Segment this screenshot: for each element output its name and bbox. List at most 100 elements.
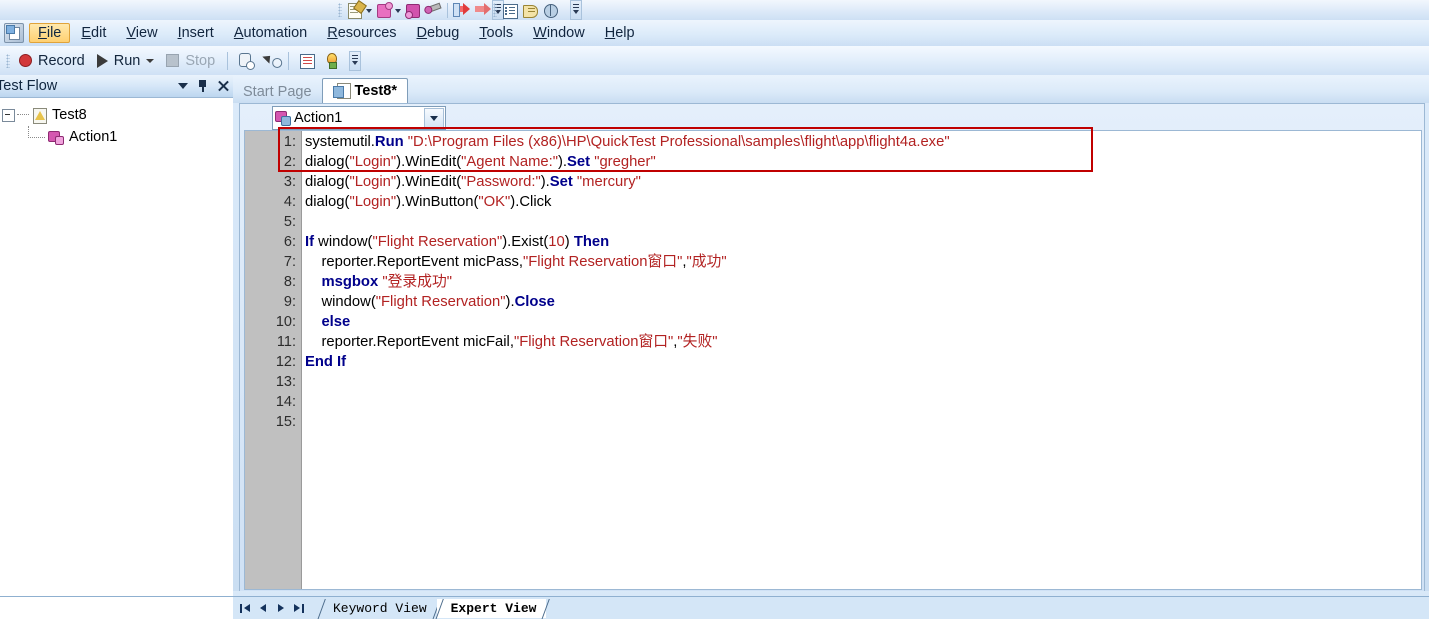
line-number: 13:	[275, 374, 296, 390]
panel-menu-caret[interactable]	[178, 83, 188, 89]
object-repository-dropdown-caret[interactable]	[394, 2, 403, 19]
document-area: Start Page Test8* Action1 1: 2: 3: 4: 5:	[233, 75, 1429, 619]
menu-bar: File Edit View Insert Automation Resourc…	[0, 20, 1429, 46]
pointer-select-icon[interactable]	[260, 51, 280, 71]
line-number: 3:	[283, 174, 296, 190]
toolbar-grip-2[interactable]	[493, 3, 497, 17]
results-grid-icon[interactable]	[297, 51, 317, 71]
run-dropdown-caret[interactable]	[146, 58, 155, 63]
object-repository-icon[interactable]	[375, 1, 393, 19]
code-line[interactable]: systemutil.Run "D:\Program Files (x86)\H…	[302, 132, 1421, 152]
toolbar-grip[interactable]	[338, 3, 342, 17]
code-line[interactable]	[302, 212, 1421, 232]
line-number: 5:	[283, 214, 296, 230]
tree-connector	[17, 114, 29, 116]
quicktest-window: File Edit View Insert Automation Resourc…	[0, 0, 1429, 619]
stop-icon	[166, 54, 180, 67]
object-spy-hand-icon[interactable]	[236, 51, 256, 71]
last-record-button[interactable]	[291, 601, 307, 617]
code-line[interactable]	[302, 392, 1421, 412]
code-line[interactable]: dialog("Login").WinButton("OK").Click	[302, 192, 1421, 212]
web-icon[interactable]	[541, 2, 559, 19]
document-tabstrip: Start Page Test8*	[233, 75, 1429, 103]
line-number: 6:	[283, 234, 296, 250]
line-number: 1:	[283, 134, 296, 150]
menu-insert[interactable]: Insert	[169, 23, 223, 43]
next-record-button[interactable]	[273, 601, 289, 617]
test-flow-panel: Test Flow Test8 Action1	[0, 75, 234, 619]
tree-node-label: Action1	[69, 129, 118, 145]
tree-node-action1[interactable]: Action1	[0, 126, 233, 148]
menu-tools[interactable]: Tools	[470, 23, 522, 43]
tab-start-page[interactable]: Start Page	[233, 81, 322, 103]
new-test-icon[interactable]	[346, 0, 367, 19]
toolbar-overflow-icon-2[interactable]	[570, 0, 582, 20]
active-screen-icon[interactable]	[521, 2, 539, 19]
new-test-dropdown-caret[interactable]	[365, 2, 374, 19]
panel-pin-icon[interactable]	[197, 80, 208, 92]
tab-expert-view[interactable]: Expert View	[436, 599, 547, 618]
line-number: 9:	[283, 294, 296, 310]
tree-node-test8[interactable]: Test8	[0, 104, 233, 126]
menu-resources[interactable]: Resources	[318, 23, 405, 43]
line-number: 12:	[275, 354, 296, 370]
run-toolbar-overflow-icon[interactable]	[349, 50, 362, 71]
tab-label: Test8*	[354, 83, 397, 99]
data-table-icon[interactable]	[501, 2, 519, 19]
action-combo[interactable]: Action1	[272, 106, 446, 130]
first-record-button[interactable]	[237, 601, 253, 617]
record-button[interactable]: Record	[13, 51, 91, 71]
menu-automation[interactable]: Automation	[225, 23, 316, 43]
code-line[interactable]: dialog("Login").WinEdit("Password:").Set…	[302, 172, 1421, 192]
tab-label: Expert View	[450, 601, 537, 616]
record-label: Record	[38, 52, 85, 69]
action-icon	[274, 110, 292, 126]
toolbar-separator	[447, 2, 448, 18]
tab-label: Keyword View	[333, 601, 427, 616]
menu-debug[interactable]: Debug	[408, 23, 469, 43]
run-button[interactable]: Run	[91, 51, 161, 71]
code-line[interactable]: If window("Flight Reservation").Exist(10…	[302, 232, 1421, 252]
maintenance-run-icon[interactable]	[321, 51, 341, 71]
test-document-icon	[332, 83, 351, 99]
stop-label: Stop	[185, 52, 216, 69]
step-out-icon[interactable]	[473, 2, 491, 19]
code-lines[interactable]: systemutil.Run "D:\Program Files (x86)\H…	[302, 131, 1421, 589]
line-number: 4:	[283, 194, 296, 210]
menu-edit[interactable]: Edit	[72, 23, 115, 43]
run-toolbar-separator	[227, 51, 229, 70]
test-flow-tree: Test8 Action1	[0, 98, 233, 148]
panel-close-icon[interactable]	[217, 80, 229, 92]
step-into-icon[interactable]	[453, 2, 471, 19]
object-spy-icon[interactable]	[424, 2, 442, 19]
code-line[interactable]: End If	[302, 352, 1421, 372]
chevron-down-icon[interactable]	[424, 108, 444, 128]
code-line[interactable]: dialog("Login").WinEdit("Agent Name:").S…	[302, 152, 1421, 172]
tree-connector-elbow	[28, 126, 45, 138]
code-line[interactable]: reporter.ReportEvent micPass,"Flight Res…	[302, 252, 1421, 272]
menu-file[interactable]: File	[29, 23, 71, 43]
line-number: 8:	[283, 274, 296, 290]
object-identification-icon[interactable]	[404, 2, 422, 19]
stop-button[interactable]: Stop	[160, 51, 221, 71]
code-line[interactable]: window("Flight Reservation").Close	[302, 292, 1421, 312]
code-line[interactable]: msgbox "登录成功"	[302, 272, 1421, 292]
line-number: 15:	[275, 414, 296, 430]
previous-record-button[interactable]	[255, 601, 271, 617]
expert-view-code-editor[interactable]: 1: 2: 3: 4: 5: 6: 7: 8: 9: 10: 11: 12: 1…	[244, 130, 1422, 590]
test-flow-panel-title: Test Flow	[0, 78, 58, 94]
code-line[interactable]: reporter.ReportEvent micFail,"Flight Res…	[302, 332, 1421, 352]
code-line[interactable]: else	[302, 312, 1421, 332]
run-toolbar-grip[interactable]	[6, 53, 10, 68]
menu-window[interactable]: Window	[524, 23, 594, 43]
run-toolbar-separator-2	[288, 51, 290, 70]
tree-node-label: Test8	[52, 107, 87, 123]
tab-test8[interactable]: Test8*	[321, 78, 408, 103]
tab-keyword-view[interactable]: Keyword View	[319, 599, 437, 618]
code-line[interactable]	[302, 372, 1421, 392]
run-label: Run	[113, 52, 141, 69]
tree-expander-icon[interactable]	[2, 108, 15, 122]
menu-view[interactable]: View	[117, 23, 166, 43]
code-line[interactable]	[302, 412, 1421, 432]
menu-help[interactable]: Help	[596, 23, 644, 43]
